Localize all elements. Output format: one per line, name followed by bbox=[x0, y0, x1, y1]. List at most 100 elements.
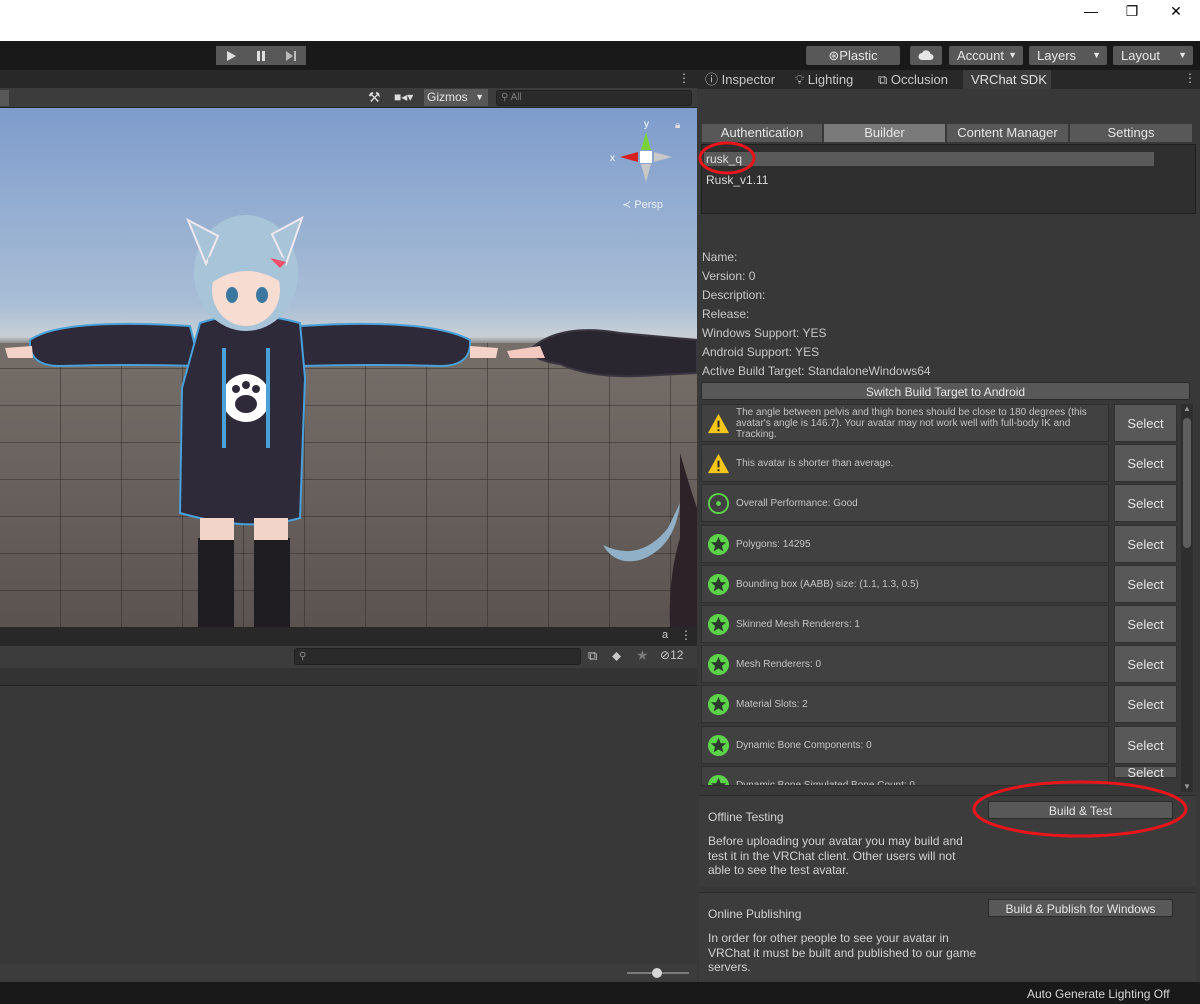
zoom-slider-handle[interactable] bbox=[652, 968, 662, 978]
validation-row: Overall Performance: Good bbox=[701, 484, 1109, 522]
tag-icon[interactable]: ⬥ bbox=[612, 648, 621, 664]
star-icon bbox=[707, 774, 730, 785]
persp-icon: ≺ bbox=[622, 199, 632, 211]
validation-row: Bounding box (AABB) size: (1.1, 1.3, 0.5… bbox=[701, 565, 1109, 603]
more-options-icon[interactable]: ⋮ bbox=[1184, 71, 1196, 85]
validation-message: Overall Performance: Good bbox=[736, 497, 858, 509]
orientation-gizmo[interactable]: y x bbox=[606, 118, 686, 198]
select-button[interactable]: Select bbox=[1114, 766, 1177, 778]
axis-y-label: y bbox=[644, 119, 649, 130]
lock-icon[interactable]: a bbox=[662, 629, 668, 641]
annotation-circle bbox=[698, 141, 756, 175]
select-button[interactable]: Select bbox=[1114, 726, 1177, 764]
offline-testing-title: Offline Testing bbox=[708, 810, 784, 824]
scroll-up-icon[interactable]: ▲ bbox=[1183, 404, 1191, 413]
lower-subheader bbox=[0, 668, 697, 686]
scene-toolbar: ⚒ ■◂▾ Gizmos ▼ ⚲ All bbox=[0, 88, 697, 108]
chevron-down-icon: ▼ bbox=[475, 92, 484, 102]
plastic-scm-button[interactable]: ⊛Plastic SCM bbox=[806, 46, 900, 82]
scrollbar-thumb[interactable] bbox=[1183, 418, 1191, 548]
account-dropdown[interactable]: Account ▼ bbox=[949, 46, 1023, 65]
filter-icon[interactable]: ⧉ bbox=[588, 648, 597, 664]
avatar-name-label: Name: bbox=[702, 250, 738, 264]
favorite-icon[interactable]: ★ bbox=[636, 647, 649, 664]
select-button[interactable]: Select bbox=[1114, 484, 1177, 522]
tab-vrchat-sdk[interactable]: VRChat SDK bbox=[963, 70, 1051, 89]
tab-lighting[interactable]: 💡︎ Lighting bbox=[787, 70, 869, 89]
offline-testing-description: Before uploading your avatar you may bui… bbox=[708, 834, 963, 877]
build-and-publish-button[interactable]: Build & Publish for Windows bbox=[988, 899, 1173, 917]
tab-occlusion[interactable]: ⧉ Occlusion bbox=[870, 70, 960, 89]
restore-button[interactable]: ❐ bbox=[1109, 0, 1155, 22]
validation-scrollbar[interactable]: ▲ ▼ bbox=[1181, 404, 1193, 792]
lock-icon[interactable]: 🔒︎ bbox=[675, 120, 680, 131]
window-title-bar: — ❐ ✕ bbox=[0, 0, 1200, 41]
layers-dropdown[interactable]: Layers ▼ bbox=[1029, 46, 1107, 65]
pause-button[interactable] bbox=[246, 46, 276, 65]
chevron-down-icon: ▼ bbox=[1178, 50, 1187, 60]
scene-viewport[interactable]: y x ≺ Persp 🔒︎ bbox=[0, 108, 697, 627]
lightbulb-icon: 💡︎ bbox=[795, 72, 805, 87]
search-icon: ⚲ bbox=[299, 651, 307, 662]
switch-build-target-button[interactable]: Switch Build Target to Android bbox=[701, 382, 1190, 400]
tools-icon[interactable]: ⚒ bbox=[368, 89, 381, 106]
windows-support-label: Windows Support: YES bbox=[702, 326, 827, 340]
tab-inspector[interactable]: ⓘ Inspector bbox=[697, 70, 785, 89]
play-button[interactable] bbox=[216, 46, 246, 65]
build-target-label: Active Build Target: StandaloneWindows64 bbox=[702, 364, 931, 378]
validation-row: Dynamic Bone Components: 0 bbox=[701, 726, 1109, 764]
step-button[interactable] bbox=[276, 46, 306, 65]
project-browser-area[interactable] bbox=[0, 686, 697, 964]
search-icon: ⚲ bbox=[501, 92, 509, 103]
lighting-status[interactable]: Auto Generate Lighting Off bbox=[1027, 987, 1170, 1001]
online-publishing-title: Online Publishing bbox=[708, 907, 802, 921]
cloud-icon bbox=[918, 50, 934, 60]
main-toolbar: ⊛Plastic SCM Account▼ Layers▼ Layout▼ bbox=[0, 41, 1200, 82]
lower-toolbar: ⚲ ⧉ ⬥ ★ ⊘12 bbox=[0, 646, 697, 668]
minimize-button[interactable]: — bbox=[1068, 0, 1114, 22]
play-icon bbox=[227, 51, 236, 61]
validation-row: Polygons: 14295 bbox=[701, 525, 1109, 563]
avatar-list-item[interactable]: Rusk_v1.11 bbox=[704, 173, 1154, 187]
select-button[interactable]: Select bbox=[1114, 645, 1177, 683]
online-publishing-description: In order for other people to see your av… bbox=[708, 931, 977, 974]
scene-search-input[interactable]: ⚲ All bbox=[496, 90, 692, 106]
android-support-label: Android Support: YES bbox=[702, 345, 820, 359]
camera-icon[interactable]: ■◂▾ bbox=[394, 90, 413, 104]
validation-message: This avatar is shorter than average. bbox=[736, 457, 894, 469]
select-button[interactable]: Select bbox=[1114, 605, 1177, 643]
cloud-button[interactable] bbox=[910, 46, 942, 65]
eye-slash-icon: ⊘ bbox=[660, 648, 671, 662]
select-button[interactable]: Select bbox=[1114, 525, 1177, 563]
subtab-builder[interactable]: Builder bbox=[824, 124, 945, 142]
subtab-content-manager[interactable]: Content Manager bbox=[947, 124, 1068, 142]
pause-icon bbox=[257, 51, 265, 61]
hidden-count[interactable]: ⊘12 bbox=[660, 648, 683, 662]
more-options-icon[interactable]: ⋮ bbox=[678, 71, 690, 85]
validation-row: Material Slots: 2 bbox=[701, 685, 1109, 723]
avatar-list-item[interactable]: rusk_q bbox=[704, 152, 1154, 166]
chevron-down-icon: ▼ bbox=[1092, 50, 1101, 60]
subtab-settings[interactable]: Settings bbox=[1070, 124, 1192, 142]
star-icon bbox=[707, 653, 730, 676]
occlusion-icon: ⧉ bbox=[878, 72, 888, 87]
warning-icon bbox=[707, 453, 730, 474]
plastic-scm-icon: ⊛ bbox=[828, 48, 840, 63]
layout-dropdown[interactable]: Layout ▼ bbox=[1113, 46, 1193, 65]
validation-message: Mesh Renderers: 0 bbox=[736, 658, 822, 670]
step-icon bbox=[286, 51, 296, 61]
gizmos-dropdown[interactable]: Gizmos ▼ bbox=[424, 89, 488, 106]
hierarchy-search-input[interactable]: ⚲ bbox=[294, 648, 581, 665]
select-button[interactable]: Select bbox=[1114, 404, 1177, 442]
star-icon bbox=[707, 613, 730, 636]
close-button[interactable]: ✕ bbox=[1153, 0, 1199, 22]
select-button[interactable]: Select bbox=[1114, 685, 1177, 723]
select-button[interactable]: Select bbox=[1114, 565, 1177, 603]
select-button[interactable]: Select bbox=[1114, 444, 1177, 482]
projection-label[interactable]: ≺ Persp bbox=[622, 198, 663, 211]
shading-mode-dropdown[interactable] bbox=[0, 90, 9, 106]
annotation-circle bbox=[972, 780, 1188, 838]
more-options-icon[interactable]: ⋮ bbox=[680, 628, 692, 642]
validation-row: Skinned Mesh Renderers: 1 bbox=[701, 605, 1109, 643]
validation-row: This avatar is shorter than average. bbox=[701, 444, 1109, 482]
